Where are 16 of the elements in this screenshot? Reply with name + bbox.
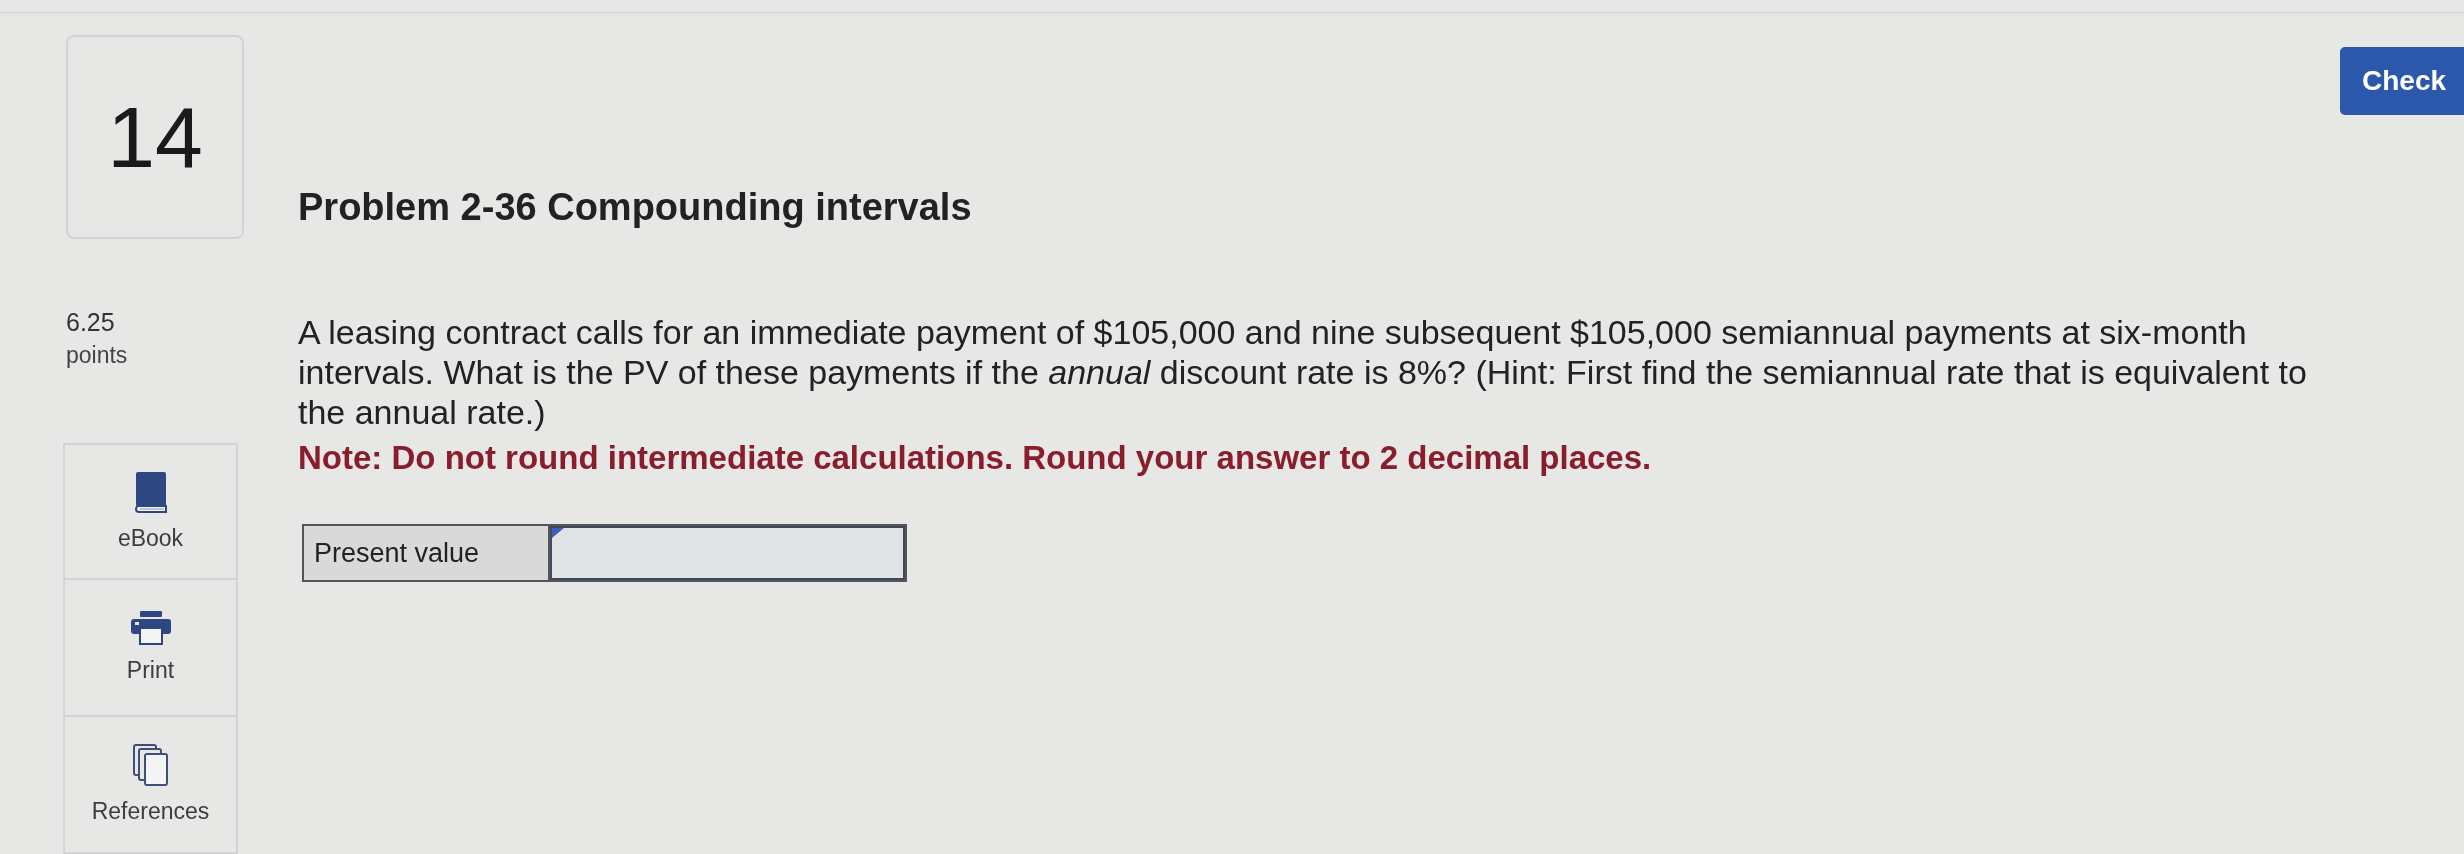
ebook-button[interactable]: eBook <box>63 443 238 580</box>
question-number: 14 <box>66 35 244 239</box>
answer-field[interactable] <box>550 526 905 580</box>
references-button[interactable]: References <box>63 717 238 854</box>
points-label: points <box>66 341 128 370</box>
problem-title: Problem 2-36 Compounding intervals <box>298 185 972 230</box>
printer-icon <box>130 611 171 645</box>
answer-label: Present value <box>304 526 550 580</box>
book-icon <box>134 471 167 513</box>
stacked-pages-icon <box>132 744 169 786</box>
check-button[interactable]: Check <box>2340 47 2464 115</box>
corner-flag-icon <box>552 528 564 538</box>
points-value: 6.25 <box>66 307 115 338</box>
print-button[interactable]: Print <box>63 580 238 717</box>
problem-text: A leasing contract calls for an immediate payment of $105,000 and nine subsequent $105,000 semiannual payments at six-month intervals. What is the PV of these payments if the annual discount rate is 8%? (Hint: First find the semiannual rate that is equivalent to the annual rate.) <box>298 312 2308 432</box>
rounding-note: Note: Do not round intermediate calculations. Round your answer to 2 decimal places. <box>298 438 1652 478</box>
